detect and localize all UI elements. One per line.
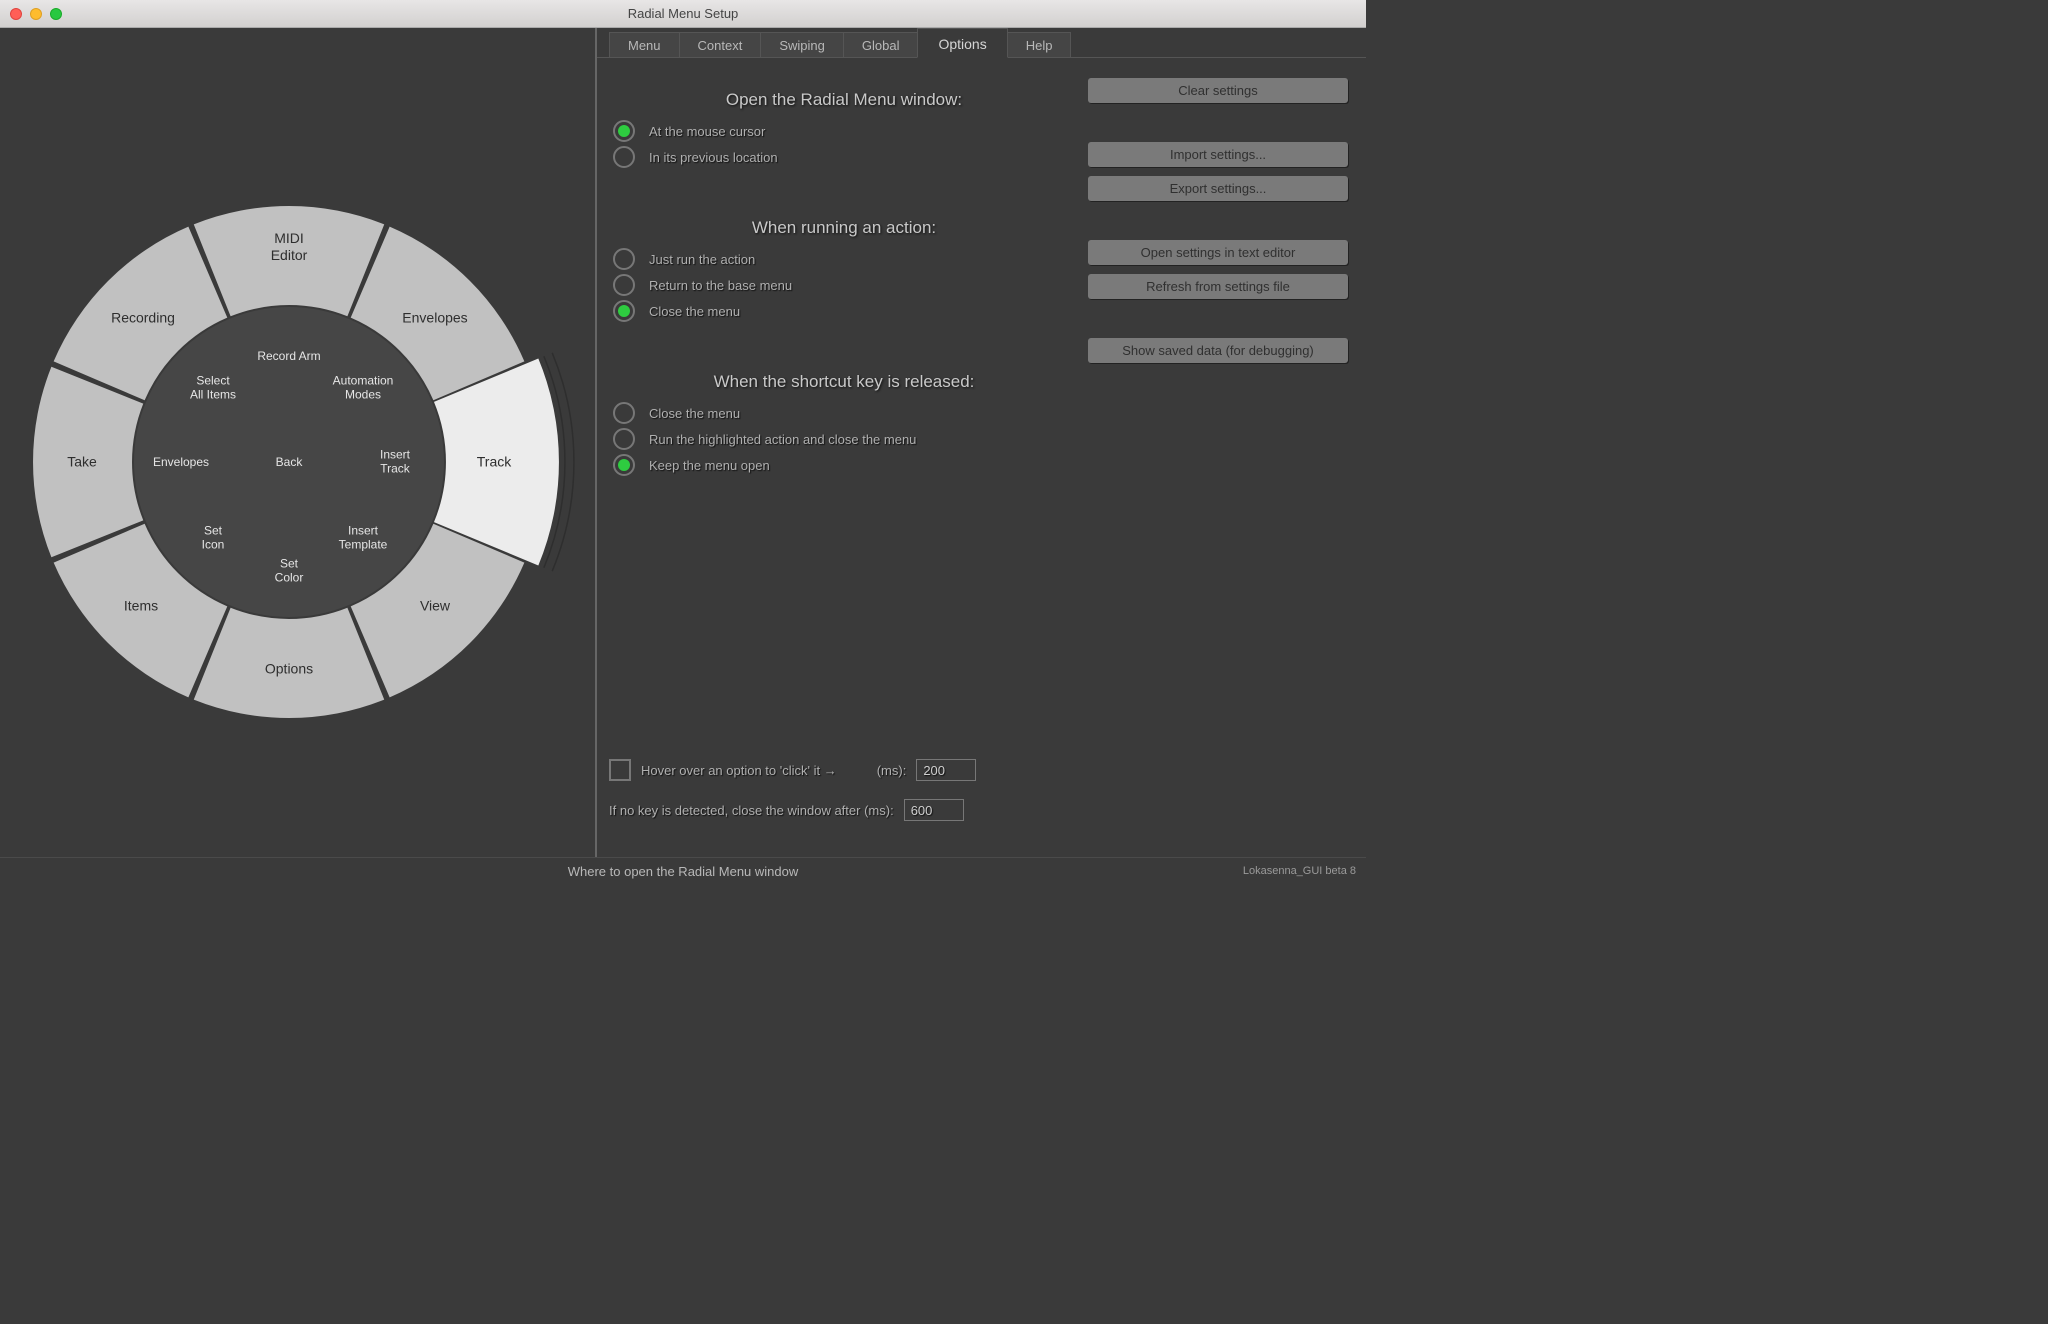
status-hint: Where to open the Radial Menu window <box>568 864 799 879</box>
tab-swiping[interactable]: Swiping <box>760 32 844 57</box>
radio-release-close[interactable]: Close the menu <box>613 402 1079 424</box>
tab-global[interactable]: Global <box>843 32 919 57</box>
status-credit: Lokasenna_GUI beta 8 <box>1243 865 1356 877</box>
tab-options[interactable]: Options <box>917 28 1007 58</box>
radial-inner-disk <box>134 307 444 617</box>
tab-help[interactable]: Help <box>1007 32 1072 57</box>
radio-label: In its previous location <box>649 150 778 165</box>
open-text-editor-button[interactable]: Open settings in text editor <box>1088 240 1348 265</box>
minimize-icon[interactable] <box>30 8 42 20</box>
radio-label: Keep the menu open <box>649 458 770 473</box>
refresh-settings-button[interactable]: Refresh from settings file <box>1088 274 1348 299</box>
radio-label: Run the highlighted action and close the… <box>649 432 916 447</box>
radial-outer-take[interactable] <box>33 367 143 557</box>
radio-icon[interactable] <box>613 402 635 424</box>
radio-label: Just run the action <box>649 252 755 267</box>
radio-label: Close the menu <box>649 406 740 421</box>
radio-icon[interactable] <box>613 146 635 168</box>
import-settings-button[interactable]: Import settings... <box>1088 142 1348 167</box>
radio-icon[interactable] <box>613 428 635 450</box>
radial-stage: MIDI Editor Envelopes Track View Options… <box>0 28 595 857</box>
radial-preview-pane: MIDI Editor Envelopes Track View Options… <box>0 28 595 857</box>
radial-svg <box>0 28 595 858</box>
hover-ms-field[interactable]: 200 <box>916 759 976 781</box>
radio-release-keep-open[interactable]: Keep the menu open <box>613 454 1079 476</box>
radio-action-close[interactable]: Close the menu <box>613 300 1079 322</box>
radio-open-cursor[interactable]: At the mouse cursor <box>613 120 1079 142</box>
radio-label: Return to the base menu <box>649 278 792 293</box>
show-debug-button[interactable]: Show saved data (for debugging) <box>1088 338 1348 363</box>
window-title: Radial Menu Setup <box>0 6 1366 21</box>
radio-icon[interactable] <box>613 248 635 270</box>
hover-ms-label: (ms): <box>877 763 907 778</box>
radio-label: At the mouse cursor <box>649 124 765 139</box>
nokey-ms-field[interactable]: 600 <box>904 799 964 821</box>
hover-click-checkbox[interactable] <box>609 759 631 781</box>
radial-outer-options[interactable] <box>194 608 384 718</box>
bottom-inputs: Hover over an option to 'click' it → (ms… <box>609 741 1069 839</box>
radio-open-previous[interactable]: In its previous location <box>613 146 1079 168</box>
zoom-icon[interactable] <box>50 8 62 20</box>
radio-icon[interactable] <box>613 120 635 142</box>
hover-click-label: Hover over an option to 'click' it → <box>641 763 837 778</box>
tab-context[interactable]: Context <box>679 32 762 57</box>
tabs-row: Menu Context Swiping Global Options Help <box>597 28 1366 58</box>
heading-action: When running an action: <box>609 218 1079 238</box>
heading-open: Open the Radial Menu window: <box>609 90 1079 110</box>
titlebar: Radial Menu Setup <box>0 0 1366 28</box>
radio-label: Close the menu <box>649 304 740 319</box>
main-split: MIDI Editor Envelopes Track View Options… <box>0 28 1366 857</box>
close-icon[interactable] <box>10 8 22 20</box>
radio-release-run-close[interactable]: Run the highlighted action and close the… <box>613 428 1079 450</box>
radio-action-just-run[interactable]: Just run the action <box>613 248 1079 270</box>
radio-action-return-base[interactable]: Return to the base menu <box>613 274 1079 296</box>
radio-icon[interactable] <box>613 454 635 476</box>
options-column: Open the Radial Menu window: At the mous… <box>609 72 1079 480</box>
window-controls <box>10 8 62 20</box>
radio-icon[interactable] <box>613 274 635 296</box>
radial-outer-midi-editor[interactable] <box>194 206 384 316</box>
side-buttons: Clear settings Import settings... Export… <box>1088 78 1348 372</box>
settings-pane: Menu Context Swiping Global Options Help… <box>597 28 1366 857</box>
radio-icon[interactable] <box>613 300 635 322</box>
clear-settings-button[interactable]: Clear settings <box>1088 78 1348 103</box>
tab-menu[interactable]: Menu <box>609 32 680 57</box>
statusbar: Where to open the Radial Menu window Lok… <box>0 857 1366 884</box>
export-settings-button[interactable]: Export settings... <box>1088 176 1348 201</box>
nokey-label: If no key is detected, close the window … <box>609 803 894 818</box>
heading-release: When the shortcut key is released: <box>609 372 1079 392</box>
